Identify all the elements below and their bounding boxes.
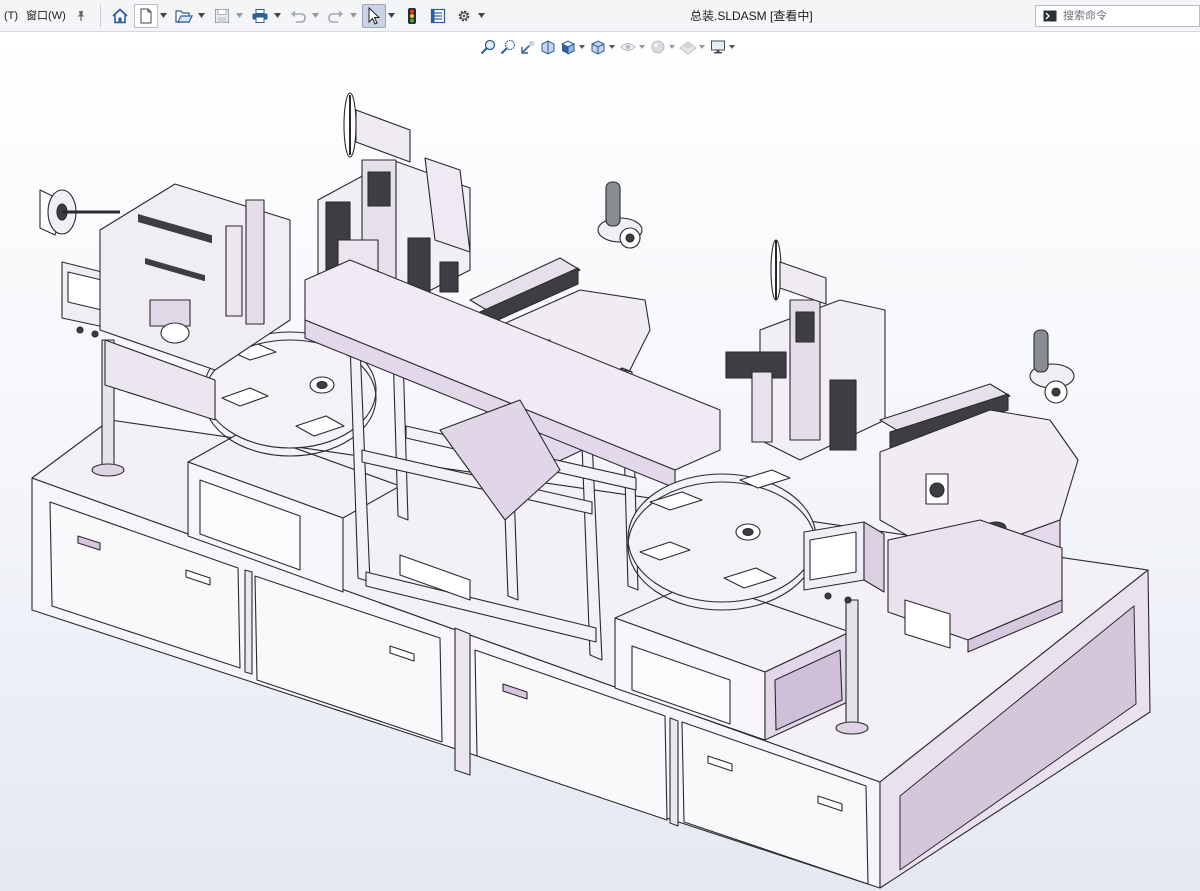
- undo-icon[interactable]: [286, 4, 310, 28]
- hide-show-dropdown-icon[interactable]: [638, 37, 646, 57]
- display-style-dropdown-icon[interactable]: [608, 37, 616, 57]
- command-bar: (T) 窗口(W): [0, 0, 1200, 32]
- new-document-icon[interactable]: [133, 3, 158, 28]
- view-settings-dropdown-icon[interactable]: [728, 37, 736, 57]
- menu-item-tools-fragment[interactable]: (T): [0, 0, 22, 32]
- undo-dropdown-icon[interactable]: [311, 4, 320, 28]
- view-orientation-icon[interactable]: [558, 37, 578, 57]
- rebuild-traffic-light-icon[interactable]: [400, 4, 424, 28]
- display-style-icon[interactable]: [588, 37, 608, 57]
- zoom-to-fit-icon[interactable]: [478, 37, 498, 57]
- menu-item-window[interactable]: 窗口(W): [22, 0, 70, 32]
- document-title: 总装.SLDASM [查看中]: [690, 9, 813, 23]
- search-commands-input[interactable]: [1063, 10, 1183, 22]
- view-orientation-dropdown-icon[interactable]: [578, 37, 586, 57]
- assembly-model-3d[interactable]: [0, 33, 1200, 891]
- apply-scene-dropdown-icon[interactable]: [698, 37, 706, 57]
- apply-scene-icon[interactable]: [678, 37, 698, 57]
- graphics-area[interactable]: [0, 33, 1200, 891]
- hide-show-items-icon[interactable]: [618, 37, 638, 57]
- file-properties-icon[interactable]: [426, 4, 450, 28]
- open-folder-icon[interactable]: [172, 4, 196, 28]
- save-icon[interactable]: [210, 4, 234, 28]
- edit-appearance-dropdown-icon[interactable]: [668, 37, 676, 57]
- print-dropdown-icon[interactable]: [273, 4, 282, 28]
- select-arrow-icon[interactable]: [361, 3, 386, 28]
- section-view-icon[interactable]: [538, 37, 558, 57]
- new-document-dropdown-icon[interactable]: [159, 4, 168, 28]
- open-dropdown-icon[interactable]: [197, 4, 206, 28]
- zoom-to-area-icon[interactable]: [498, 37, 518, 57]
- options-gear-icon[interactable]: [452, 4, 476, 28]
- home-icon[interactable]: [108, 4, 132, 28]
- search-commands-box[interactable]: [1035, 5, 1200, 27]
- view-settings-icon[interactable]: [708, 37, 728, 57]
- heads-up-view-toolbar: [478, 36, 738, 58]
- options-dropdown-icon[interactable]: [477, 4, 486, 28]
- redo-icon[interactable]: [324, 4, 348, 28]
- edit-appearance-icon[interactable]: [648, 37, 668, 57]
- command-prompt-icon: [1042, 9, 1058, 23]
- previous-view-icon[interactable]: [518, 37, 538, 57]
- select-dropdown-icon[interactable]: [387, 4, 396, 28]
- pin-icon[interactable]: [74, 9, 88, 23]
- save-dropdown-icon[interactable]: [235, 4, 244, 28]
- redo-dropdown-icon[interactable]: [349, 4, 358, 28]
- toolbar-separator: [99, 4, 101, 27]
- print-icon[interactable]: [248, 4, 272, 28]
